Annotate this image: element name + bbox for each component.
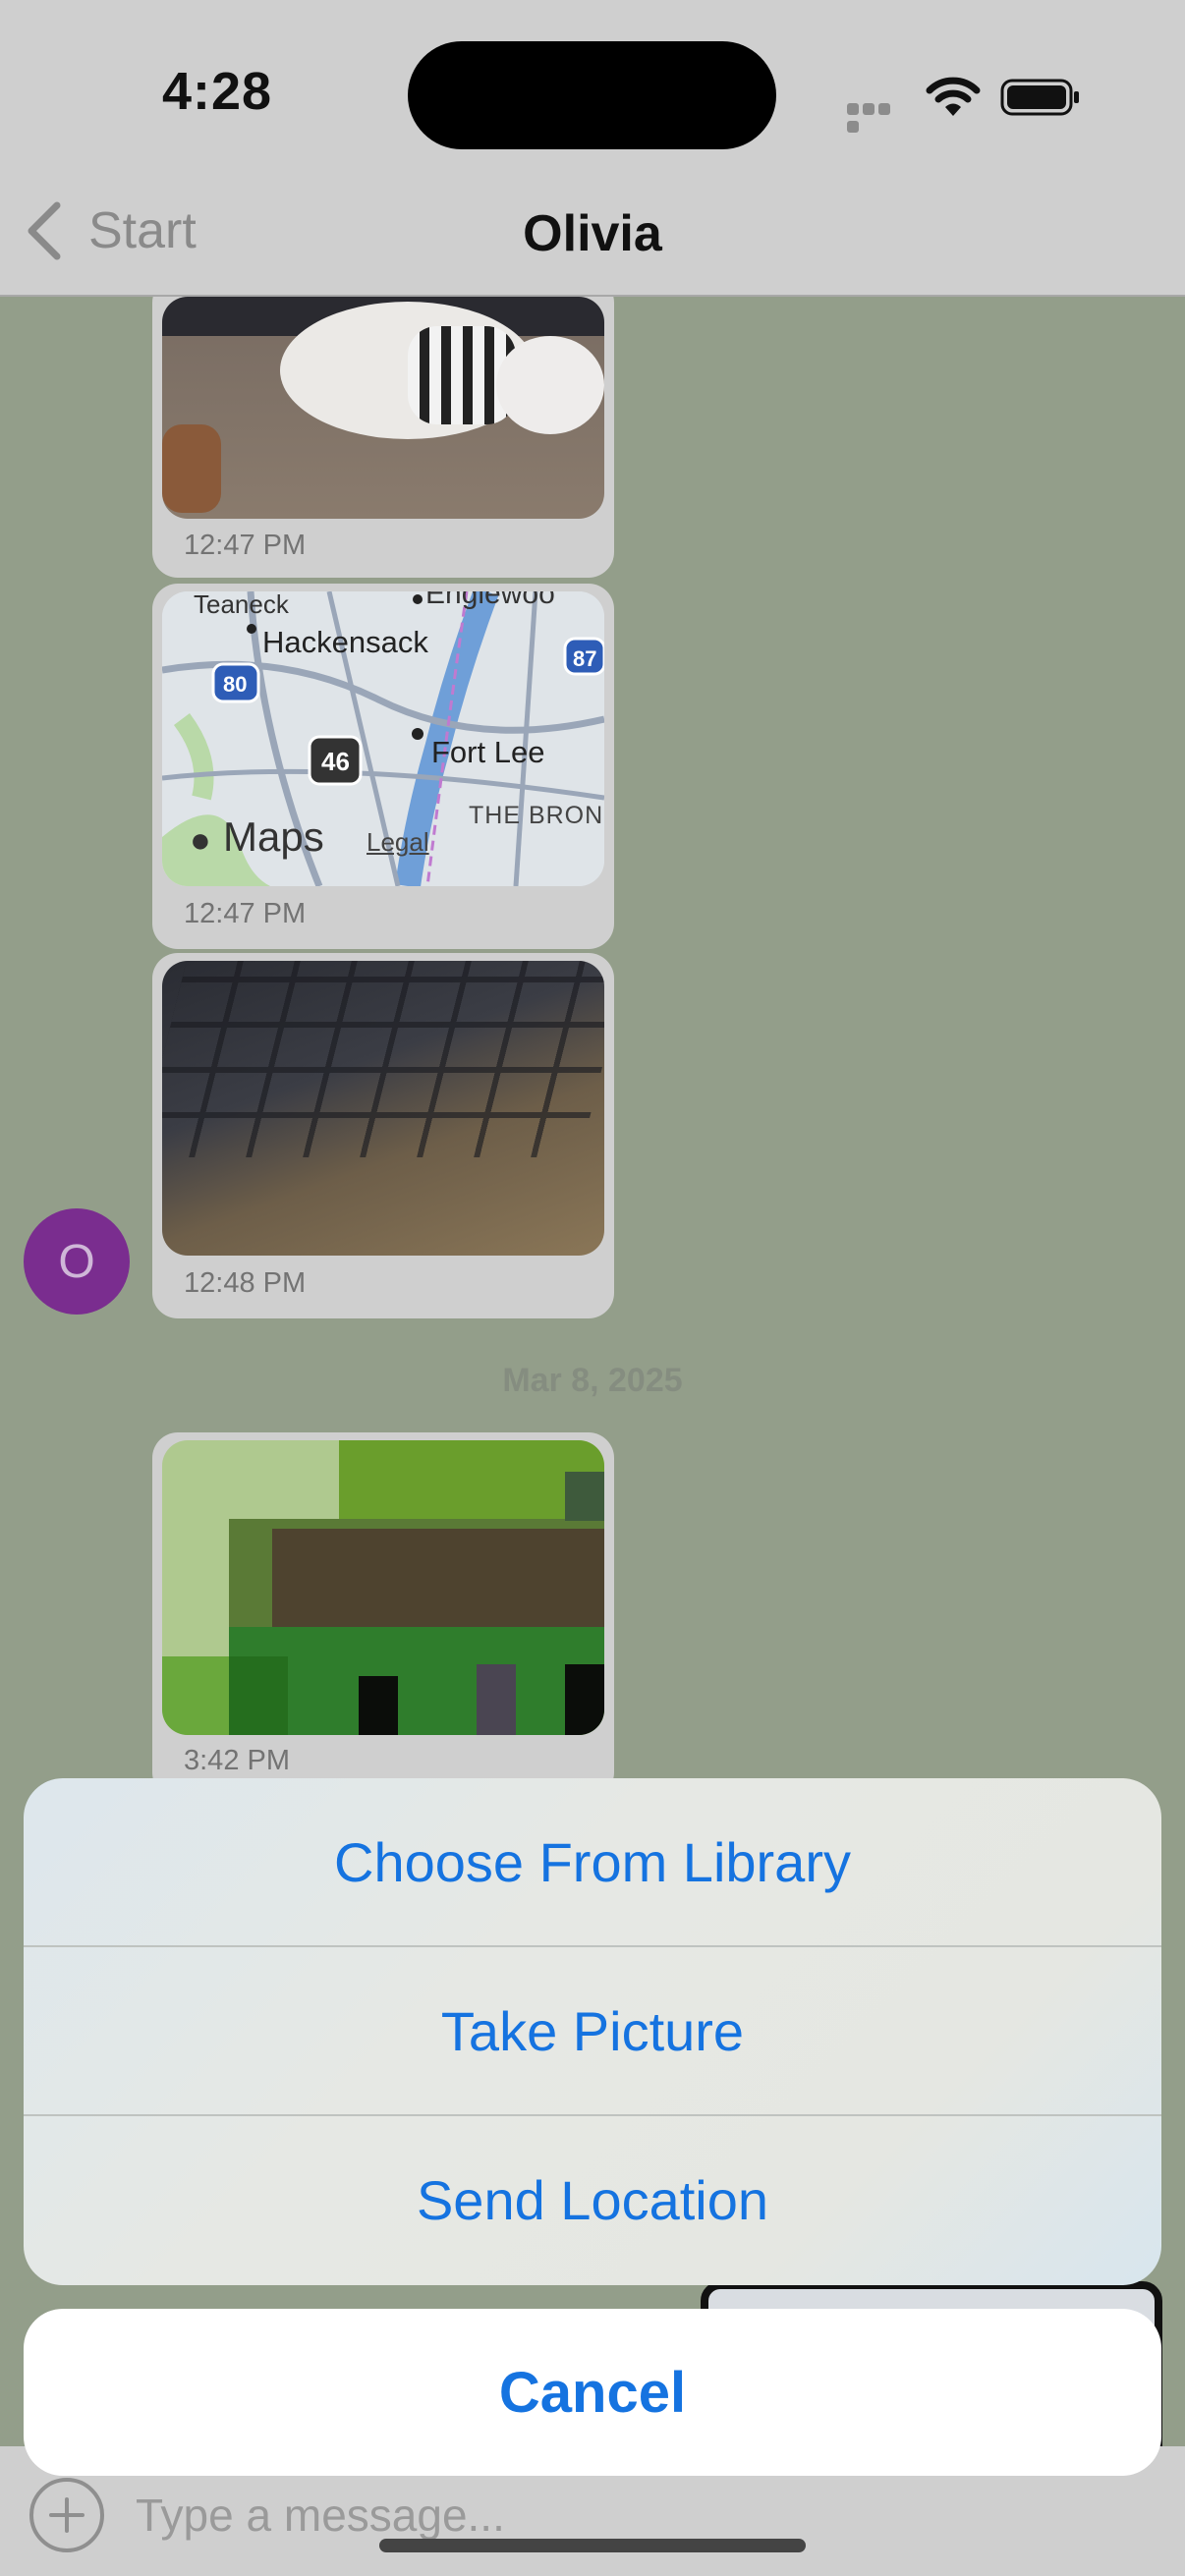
clock: 4:28	[162, 62, 273, 121]
map-label: Hackensack	[262, 625, 428, 659]
photo-message[interactable]: 12:47 PM	[152, 297, 614, 578]
avatar[interactable]: O	[24, 1208, 130, 1315]
cancel-button[interactable]: Cancel	[24, 2309, 1161, 2476]
status-bar: 4:28	[0, 0, 1185, 167]
location-message[interactable]: Teaneck Englewoo Hackensack Fort Lee THE…	[152, 584, 614, 949]
map-label: Teaneck	[194, 591, 289, 619]
pixel-art-image[interactable]	[162, 1440, 604, 1735]
message-timestamp: 3:42 PM	[184, 1745, 290, 1776]
conversation-title: Olivia	[523, 205, 662, 262]
send-location-button[interactable]: Send Location	[24, 2116, 1161, 2283]
message-timestamp: 12:47 PM	[184, 530, 307, 561]
keyboard-photo[interactable]	[162, 961, 604, 1256]
map-label: THE BRON	[469, 802, 604, 829]
cellular-signal-icon	[847, 102, 908, 133]
map-snapshot[interactable]: Teaneck Englewoo Hackensack Fort Lee THE…	[162, 591, 604, 886]
route-shield-87: 87	[573, 646, 597, 671]
dynamic-island	[408, 41, 776, 149]
apple-logo-icon: ●	[190, 819, 211, 860]
home-indicator[interactable]	[379, 2539, 806, 2552]
message-timestamp: 12:47 PM	[184, 898, 307, 929]
take-picture-button[interactable]: Take Picture	[24, 1947, 1161, 2114]
message-timestamp: 12:48 PM	[184, 1267, 307, 1299]
choose-from-library-button[interactable]: Choose From Library	[24, 1778, 1161, 1945]
route-shield-46: 46	[321, 747, 350, 776]
add-attachment-icon[interactable]	[28, 2476, 106, 2554]
map-label: Englewoo	[425, 591, 555, 610]
photo-message[interactable]: 3:42 PM	[152, 1432, 614, 1798]
photo-message[interactable]: 12:48 PM	[152, 953, 614, 1318]
dog-photo[interactable]	[162, 297, 604, 519]
map-legal-link[interactable]: Legal	[367, 827, 429, 858]
route-shield-80: 80	[223, 672, 248, 697]
maps-brand-label: Maps	[223, 813, 324, 860]
battery-icon	[1000, 79, 1079, 116]
navigation-bar: Start Olivia	[0, 167, 1185, 297]
date-divider: Mar 8, 2025	[502, 1362, 683, 1399]
action-sheet: Choose From Library Take Picture Send Lo…	[24, 1778, 1161, 2285]
wifi-icon	[926, 77, 981, 116]
map-label: Fort Lee	[431, 735, 545, 769]
